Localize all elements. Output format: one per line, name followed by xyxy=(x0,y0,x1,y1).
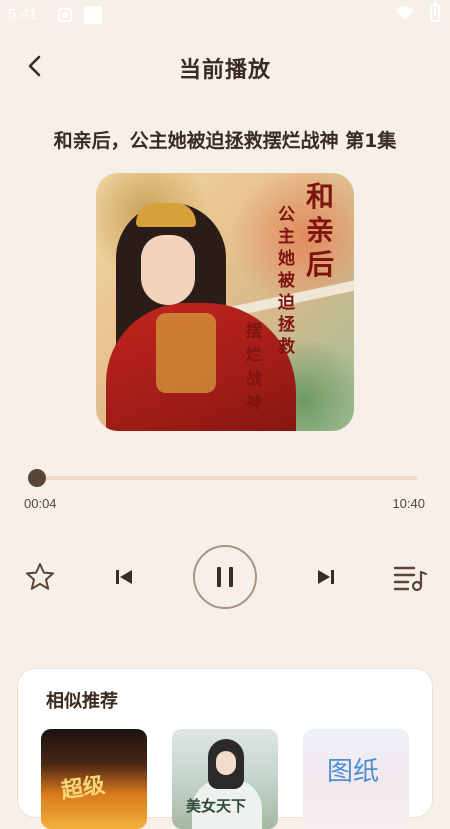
recommendation-card[interactable]: 超级 xyxy=(41,729,147,829)
cover-title-char: 亲 xyxy=(306,214,335,247)
battery-icon xyxy=(430,2,440,22)
cover-title-char: 摆 xyxy=(246,321,263,340)
play-pause-button[interactable] xyxy=(193,545,257,609)
recommendation-card[interactable]: 图纸 xyxy=(303,729,409,829)
playlist-music-icon xyxy=(393,566,428,592)
wifi-icon xyxy=(396,6,414,21)
status-bar: 5:41 xyxy=(0,0,450,32)
recommendation-cover-figure-face xyxy=(216,751,236,775)
cover-title-char: 被 xyxy=(278,271,295,291)
star-outline-icon xyxy=(26,563,54,590)
recommendation-cover-text: 超级 xyxy=(59,772,107,804)
similar-title: 相似推荐 xyxy=(46,691,118,712)
cover-title-char: 主 xyxy=(278,227,295,247)
progress-thumb[interactable] xyxy=(28,469,47,487)
recommendation-card[interactable]: 美女天下 xyxy=(172,729,278,829)
pause-icon xyxy=(217,567,233,587)
player-controls xyxy=(0,545,450,611)
recommendation-cover-text: 美女天下 xyxy=(186,797,247,815)
next-button[interactable] xyxy=(314,565,338,589)
cover-title-char: 后 xyxy=(306,248,335,281)
page-title: 当前播放 xyxy=(178,58,271,83)
current-time: 00:04 xyxy=(24,496,57,511)
cover-figure-face xyxy=(141,235,195,305)
cover-title-char: 迫 xyxy=(278,293,295,313)
app-notification-icon xyxy=(84,6,102,24)
cover-title-char: 拯 xyxy=(278,315,295,335)
cover-title-char: 公 xyxy=(278,205,295,225)
similar-recommendations: 相似推荐 超级 美女天下 图纸 xyxy=(17,668,433,829)
episode-title: 和亲后，公主她被迫拯救摆烂战神 第1集 xyxy=(53,130,397,152)
progress-track[interactable] xyxy=(28,469,418,487)
cover-title-char: 神 xyxy=(246,393,263,412)
cover-title-char: 救 xyxy=(278,337,295,357)
cover-title-char: 烂 xyxy=(246,345,263,364)
notification-icon xyxy=(58,8,72,22)
album-cover: 和亲后 公主她被迫拯救摆烂战神 xyxy=(96,173,354,431)
cover-figure-headdress xyxy=(136,203,196,227)
skip-next-icon xyxy=(318,570,334,584)
cover-figure-trim xyxy=(156,313,216,393)
header: 当前播放 xyxy=(0,40,450,90)
previous-button[interactable] xyxy=(112,565,136,589)
favorite-button[interactable] xyxy=(24,561,56,593)
cover-title-char: 她 xyxy=(278,249,295,269)
cover-title-char: 战 xyxy=(246,369,263,388)
skip-previous-icon xyxy=(116,570,132,584)
total-time: 10:40 xyxy=(392,496,425,511)
playlist-button[interactable] xyxy=(392,561,428,593)
recommendation-cover-text: 图纸 xyxy=(327,757,380,787)
cover-title-char: 和 xyxy=(306,180,335,213)
status-time: 5:41 xyxy=(8,6,38,23)
